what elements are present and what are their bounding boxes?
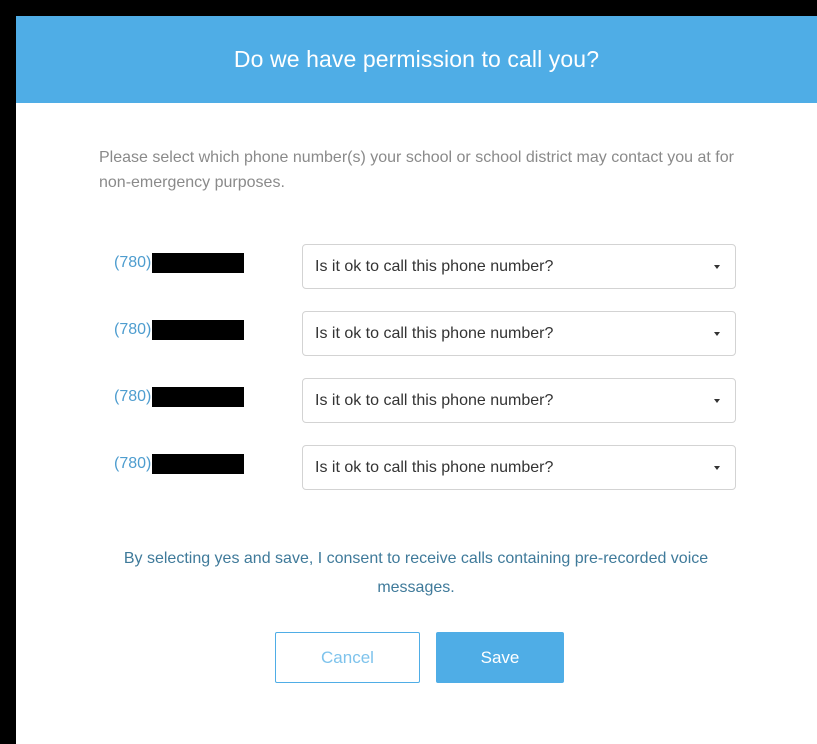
dialog-header: Do we have permission to call you? (16, 16, 817, 103)
select-placeholder: Is it ok to call this phone number? (315, 257, 554, 275)
intro-text: Please select which phone number(s) your… (99, 149, 734, 191)
select-placeholder: Is it ok to call this phone number? (315, 458, 554, 476)
area-code: (780) (114, 455, 152, 472)
phone-row: (780) Is it ok to call this phone number… (16, 244, 817, 291)
call-permission-select[interactable]: Is it ok to call this phone number? (302, 311, 736, 356)
consent-text: By selecting yes and save, I consent to … (123, 550, 709, 596)
phone-number: (780) (114, 387, 245, 407)
phone-number: (780) (114, 253, 245, 273)
caret-down-icon (714, 398, 720, 403)
redacted-number (152, 320, 245, 340)
redacted-number (152, 253, 245, 273)
caret-down-icon (714, 465, 720, 470)
dialog-title: Do we have permission to call you? (233, 46, 600, 72)
save-button[interactable]: Save (436, 632, 564, 683)
phone-row: (780) Is it ok to call this phone number… (16, 311, 817, 358)
redacted-number (152, 387, 245, 407)
select-placeholder: Is it ok to call this phone number? (315, 324, 554, 342)
area-code: (780) (114, 388, 152, 405)
area-code: (780) (114, 321, 152, 338)
area-code: (780) (114, 254, 152, 271)
phone-number: (780) (114, 454, 245, 474)
call-permission-select[interactable]: Is it ok to call this phone number? (302, 378, 736, 423)
phone-row: (780) Is it ok to call this phone number… (16, 378, 817, 425)
caret-down-icon (714, 331, 720, 336)
phone-number: (780) (114, 320, 245, 340)
select-placeholder: Is it ok to call this phone number? (315, 391, 554, 409)
redacted-number (152, 454, 245, 474)
caret-down-icon (714, 264, 720, 269)
phone-row: (780) Is it ok to call this phone number… (16, 445, 817, 492)
call-permission-select[interactable]: Is it ok to call this phone number? (302, 244, 736, 289)
permission-dialog: Do we have permission to call you? Pleas… (16, 16, 817, 744)
call-permission-select[interactable]: Is it ok to call this phone number? (302, 445, 736, 490)
cancel-button[interactable]: Cancel (275, 632, 420, 683)
